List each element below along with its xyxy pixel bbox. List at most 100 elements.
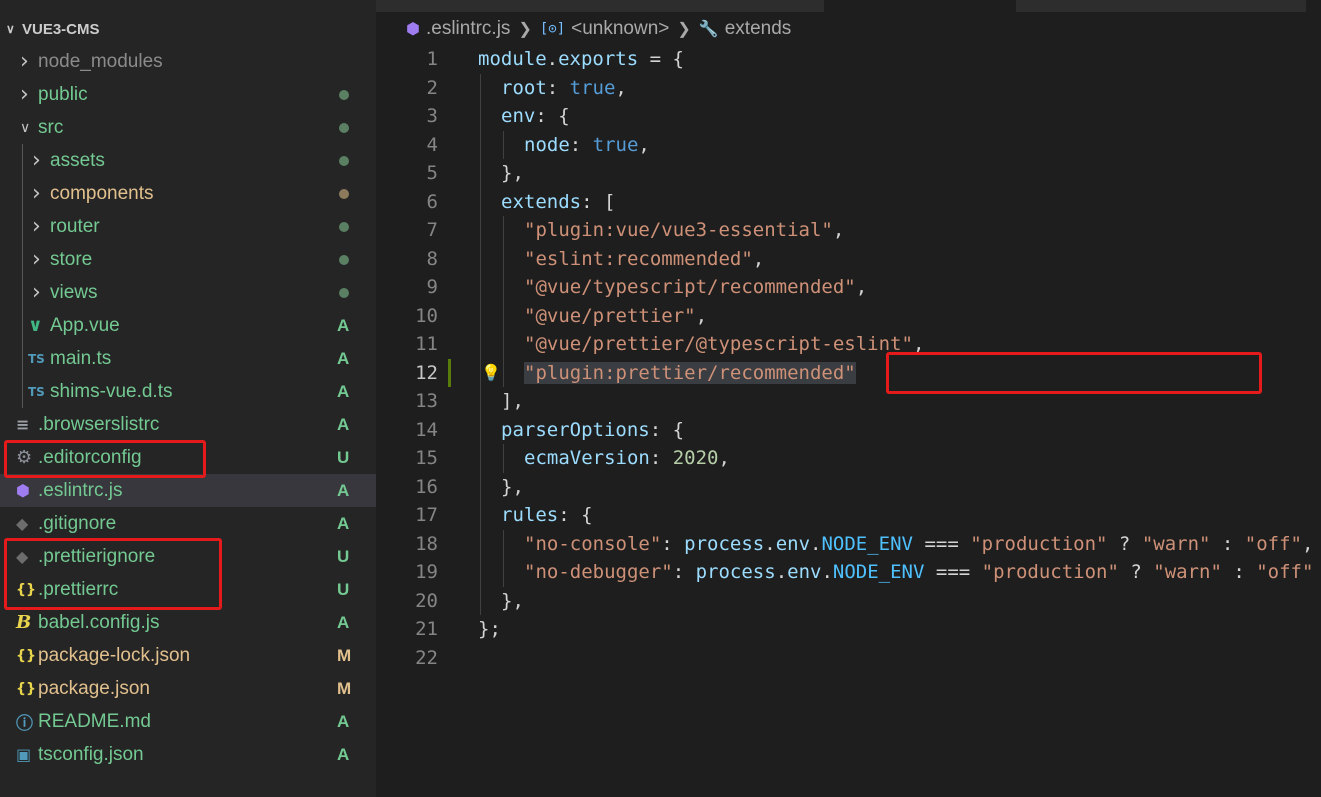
code-line[interactable]: 19 "no-debugger": process.env.NODE_ENV ==… <box>376 558 1321 587</box>
git-status-badge: U <box>337 547 350 566</box>
indent-guide <box>503 130 504 159</box>
file-item[interactable]: ▣ tsconfig.json A <box>0 738 376 771</box>
folder-item[interactable]: › router <box>0 210 376 243</box>
indent-guide <box>480 187 481 216</box>
code-token: "warn" <box>1141 532 1211 555</box>
tree-item-label: shims-vue.d.ts <box>50 380 173 402</box>
git-status-badge: A <box>337 415 350 434</box>
file-item[interactable]: ⬢ .eslintrc.js A <box>0 474 376 507</box>
code-text: "eslint:recommended", <box>524 245 764 274</box>
folder-item[interactable]: › node_modules <box>0 45 376 78</box>
code-line[interactable]: 5}, <box>376 159 1321 188</box>
editor-tab[interactable] <box>376 0 824 12</box>
code-line[interactable]: 3 env: { <box>376 102 1321 131</box>
folder-item[interactable]: › views <box>0 276 376 309</box>
folder-item[interactable]: › assets <box>0 144 376 177</box>
editor-tab[interactable] <box>1016 0 1306 12</box>
code-line[interactable]: 18 "no-console": process.env.NODE_ENV ===… <box>376 529 1321 558</box>
file-item[interactable]: ≡ .browserslistrc A <box>0 408 376 441</box>
git-status-badge: A <box>337 481 350 500</box>
code-line[interactable]: 9 "@vue/typescript/recommended", <box>376 273 1321 302</box>
code-token: NODE_ENV <box>832 561 925 583</box>
indent-guide <box>480 558 481 587</box>
code-token: "off" <box>1244 532 1302 555</box>
file-item[interactable]: TS shims-vue.d.ts A <box>0 375 376 408</box>
code-line[interactable]: 2 root: true, <box>376 73 1321 102</box>
git-status-badge: M <box>337 646 352 665</box>
tree-item-label: node_modules <box>38 50 163 72</box>
git-status-dot <box>339 255 349 265</box>
indent-guide <box>503 273 504 302</box>
line-number: 20 <box>415 589 438 612</box>
indent-guide <box>480 415 481 444</box>
tree-item-label: src <box>38 116 64 138</box>
file-item[interactable]: ∨ App.vue A <box>0 309 376 342</box>
json-icon: {} <box>16 581 36 598</box>
code-text: node: true, <box>524 131 650 160</box>
folder-item[interactable]: › public <box>0 78 376 111</box>
wrench-icon: 🔧 <box>698 21 719 38</box>
code-line[interactable]: 1 module.exports = { <box>376 45 1321 74</box>
chevron-right-icon: › <box>32 214 41 239</box>
indent-guide <box>480 159 481 188</box>
line-number: 8 <box>426 247 438 270</box>
code-token: env <box>775 532 811 555</box>
gear-icon: ⚙ <box>16 447 33 468</box>
code-line[interactable]: 21}; <box>376 615 1321 644</box>
code-token: . <box>810 532 822 555</box>
code-line[interactable]: 15 ecmaVersion: 2020, <box>376 444 1321 473</box>
file-item[interactable]: {} .prettierrc U <box>0 573 376 606</box>
tree-item-label: .prettierrc <box>38 578 119 600</box>
line-number: 3 <box>426 105 438 127</box>
code-line[interactable]: 22 <box>376 644 1321 673</box>
git-icon: ◆ <box>16 514 29 533</box>
tree-item-label: router <box>50 215 100 237</box>
code-line[interactable]: 12 💡 "plugin:prettier/recommended" <box>376 358 1321 388</box>
chevron-right-icon: › <box>32 148 41 173</box>
explorer-root-folder[interactable]: ∨ VUE3-CMS <box>6 18 100 40</box>
file-item[interactable]: ◆ .prettierignore U <box>0 540 376 573</box>
file-item[interactable]: ⓘ README.md A <box>0 705 376 738</box>
code-line[interactable]: 7 "plugin:vue/vue3-essential", <box>376 216 1321 245</box>
code-line[interactable]: 10 "@vue/prettier", <box>376 301 1321 330</box>
folder-item[interactable]: › store <box>0 243 376 276</box>
code-text: rules: { <box>501 501 593 530</box>
code-area[interactable]: 1 module.exports = {2 root: true, 3 env: {4 n… <box>376 45 1321 672</box>
chevron-right-icon: › <box>20 82 29 107</box>
json-icon: {} <box>16 647 36 664</box>
folder-item[interactable]: ∨ src <box>0 111 376 144</box>
git-status-dot <box>339 222 349 232</box>
line-number: 22 <box>415 646 438 669</box>
breadcrumb-file[interactable]: .eslintrc.js <box>426 18 510 40</box>
code-token: , <box>615 76 627 99</box>
code-text: "plugin:prettier/recommended" <box>524 359 856 388</box>
file-item[interactable]: {} package-lock.json M <box>0 639 376 672</box>
code-text: parserOptions: { <box>501 416 684 445</box>
git-icon: ◆ <box>16 547 29 566</box>
code-token: === <box>924 561 982 583</box>
lightbulb-icon[interactable]: 💡 <box>481 359 501 388</box>
code-line[interactable]: 6 extends: [ <box>376 187 1321 216</box>
code-line[interactable]: 4 node: true, <box>376 130 1321 160</box>
folder-item[interactable]: › components <box>0 177 376 210</box>
code-line[interactable]: 16}, <box>376 472 1321 501</box>
breadcrumb-scope[interactable]: <unknown> <box>571 18 669 40</box>
file-item[interactable]: {} package.json M <box>0 672 376 705</box>
code-line[interactable]: 20}, <box>376 586 1321 615</box>
indent-guide <box>503 301 504 330</box>
file-item[interactable]: TS main.ts A <box>0 342 376 375</box>
code-token: . <box>546 48 559 70</box>
breadcrumb-symbol[interactable]: extends <box>725 18 792 40</box>
symbol-variable-icon: [⊙] <box>539 21 566 37</box>
file-item[interactable]: ⚙ .editorconfig U <box>0 441 376 474</box>
code-line[interactable]: 13], <box>376 387 1321 416</box>
code-line[interactable]: 17 rules: { <box>376 501 1321 530</box>
code-token: , <box>1301 532 1314 555</box>
file-item[interactable]: ◆ .gitignore A <box>0 507 376 540</box>
file-item[interactable]: Bbabel.config.js A <box>0 606 376 639</box>
git-status-badge: A <box>337 745 350 764</box>
code-line[interactable]: 14 parserOptions: { <box>376 415 1321 445</box>
code-line[interactable]: 8 "eslint:recommended", <box>376 244 1321 274</box>
babel-icon: B <box>16 612 32 633</box>
code-line[interactable]: 11 "@vue/prettier/@typescript-eslint", <box>376 330 1321 359</box>
